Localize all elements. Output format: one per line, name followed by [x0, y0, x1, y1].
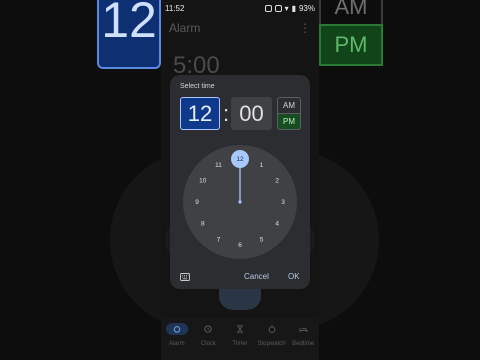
clock-number-12[interactable]: 12 [236, 156, 244, 163]
background-mirror-left: 12 [0, 0, 161, 360]
notification-icon [274, 4, 282, 12]
cancel-button[interactable]: Cancel [244, 272, 269, 281]
mirror-hour-display: 12 [97, 0, 161, 69]
nav-item-clock[interactable]: Clock [193, 318, 225, 360]
nav-indicator [165, 323, 188, 335]
clock-number-8[interactable]: 8 [201, 221, 205, 228]
minute-input[interactable]: 00 [231, 97, 272, 130]
clock-number-3[interactable]: 3 [281, 199, 285, 206]
nav-label: Timer [232, 341, 248, 347]
pm-label: PM [283, 117, 295, 126]
battery-level: 93% [298, 3, 315, 13]
nav-item-timer[interactable]: Timer [224, 318, 256, 360]
pm-toggle[interactable]: PM [277, 113, 301, 130]
ok-button[interactable]: OK [288, 272, 300, 281]
nav-item-alarm[interactable]: Alarm [161, 318, 193, 360]
nav-indicator [229, 323, 251, 335]
bed-icon [299, 327, 308, 332]
clock-number-4[interactable]: 4 [275, 221, 279, 228]
battery-icon: ▮ [291, 3, 296, 13]
app-bar: Alarm ⋮ [161, 16, 319, 40]
mirror-clock-face [319, 150, 379, 330]
nav-label: Bedtime [292, 341, 315, 347]
status-icons: ▾ ▮ 93% [264, 3, 315, 13]
dialog-title: Select time [180, 83, 215, 90]
mirror-hour-text: 12 [101, 0, 157, 48]
clock-number-7[interactable]: 7 [217, 236, 221, 243]
nav-label: Alarm [168, 341, 185, 347]
clock-number-1[interactable]: 1 [260, 162, 264, 169]
hour-input[interactable]: 12 [180, 97, 220, 130]
notification-icon [264, 4, 272, 12]
nav-label: Stopwatch [257, 341, 286, 347]
status-bar: 11:52 ▾ ▮ 93% [161, 0, 319, 16]
am-label: AM [283, 101, 295, 110]
nav-item-stopwatch[interactable]: Stopwatch [256, 318, 288, 360]
minute-value: 00 [239, 100, 264, 126]
nav-item-bedtime[interactable]: Bedtime [287, 318, 319, 360]
stopwatch-icon [268, 325, 275, 333]
nav-indicator [261, 323, 283, 335]
hourglass-icon [236, 325, 244, 333]
wifi-icon: ▾ [284, 3, 289, 13]
alarm-icon [173, 326, 181, 333]
time-separator: : [222, 100, 230, 126]
page-title: Alarm [169, 21, 201, 35]
nav-label: Clock [200, 341, 216, 347]
more-options-icon[interactable]: ⋮ [299, 21, 311, 35]
clock-number-5[interactable]: 5 [260, 236, 264, 243]
hour-value: 12 [187, 100, 213, 126]
keyboard-icon[interactable] [180, 273, 190, 281]
mirror-am-text: AM [334, 0, 368, 19]
mirror-pm: PM [319, 24, 383, 66]
nav-indicator [292, 323, 314, 335]
bottom-nav: Alarm Clock Timer Stopwatch Bedtime [161, 318, 319, 360]
mirror-pm-text: PM [334, 32, 368, 57]
mirror-am: AM [319, 0, 383, 26]
status-time: 11:52 [165, 3, 185, 13]
clock-number-2[interactable]: 2 [275, 178, 279, 185]
clock-number-11[interactable]: 11 [215, 162, 222, 169]
am-toggle[interactable]: AM [277, 97, 301, 113]
time-picker-dialog: Select time 12 : 00 AM PM 12 1 2 3 4 5 6 7 8 9 10 1… [170, 75, 310, 289]
mirror-clock-face [110, 150, 161, 330]
clock-icon [204, 325, 213, 333]
clock-number-6[interactable]: 6 [238, 242, 242, 249]
clock-center-dot [238, 200, 242, 204]
nav-indicator [197, 323, 219, 335]
background-mirror-right: AM PM [319, 0, 480, 360]
clock-number-10[interactable]: 10 [199, 178, 207, 185]
clock-number-9[interactable]: 9 [195, 199, 199, 206]
clock-dial[interactable]: 121234567891011 [183, 145, 297, 259]
